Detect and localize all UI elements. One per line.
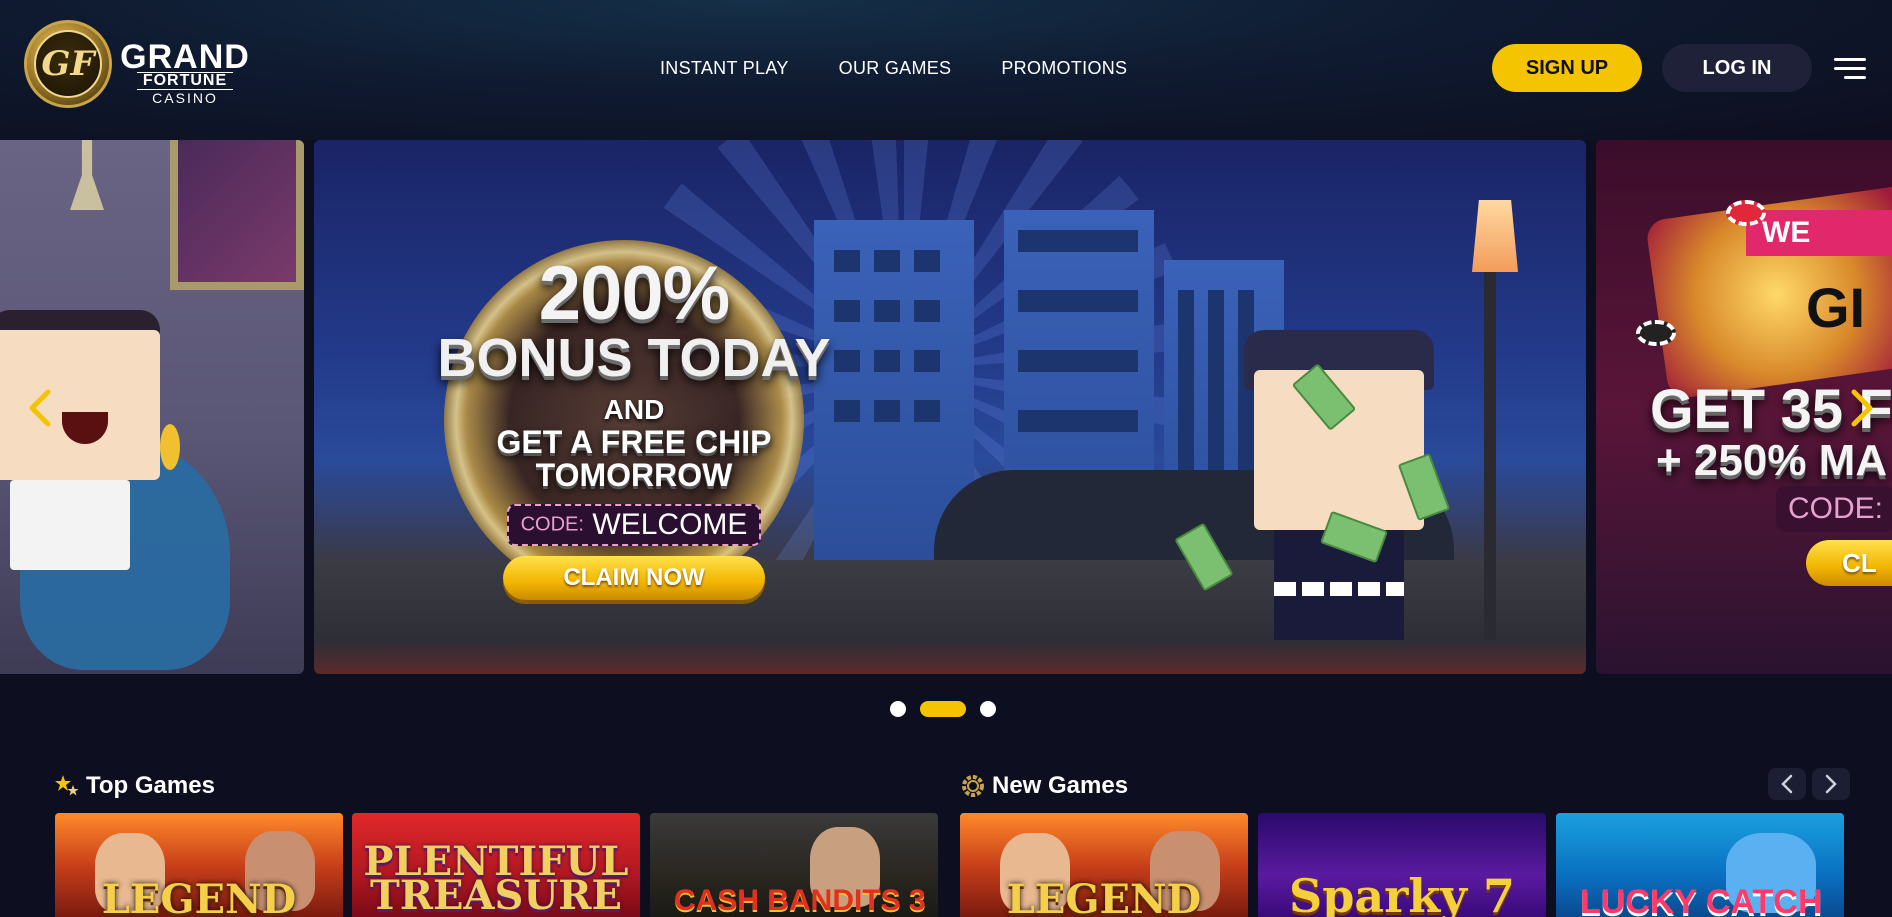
next-slide-subline: + 250% MA (1656, 436, 1888, 485)
next-slide-banner: WE (1746, 210, 1892, 256)
hamburger-menu-icon[interactable] (1834, 58, 1866, 80)
main-nav: INSTANT PLAY OUR GAMES PROMOTIONS (660, 58, 1127, 79)
promo-code-label: CODE: (520, 513, 584, 536)
promo-line-tomorrow: TOMORROW (535, 457, 733, 493)
top-games-heading: Top Games (54, 772, 215, 800)
nav-instant-play[interactable]: INSTANT PLAY (660, 58, 789, 79)
next-slide-code-label: CODE: (1776, 486, 1892, 532)
promo-and: AND (603, 394, 665, 425)
new-games-title: New Games (992, 772, 1129, 799)
carousel-slide-active[interactable]: 200% BONUS TODAY AND GET A FREE CHIP TOM… (314, 140, 1586, 674)
new-games-next-button[interactable] (1812, 768, 1850, 800)
game-title: CASH BANDITS 3 (674, 884, 926, 917)
carousel-dot-1[interactable] (890, 701, 906, 717)
promo-code-box: CODE: WELCOME (506, 504, 762, 546)
game-tile[interactable]: LUCKY CATCH (1556, 813, 1844, 917)
stars-icon (55, 775, 79, 796)
log-in-button[interactable]: LOG IN (1662, 44, 1812, 92)
nav-promotions[interactable]: PROMOTIONS (1001, 58, 1127, 79)
poker-chip-icon (1636, 320, 1676, 346)
game-tile[interactable]: CASH BANDITS 3 (650, 813, 938, 917)
logo-text-fortune: FORTUNE (136, 72, 234, 90)
next-slide-cta[interactable]: CL (1806, 540, 1892, 586)
game-tile[interactable]: PLENTIFUL TREASURE (352, 813, 640, 917)
promo-headline: BONUS TODAY (437, 328, 831, 388)
game-title: Sparky 7 (1288, 869, 1516, 917)
nav-our-games[interactable]: OUR GAMES (839, 58, 952, 79)
sign-up-button[interactable]: SIGN UP (1492, 44, 1642, 92)
new-games-nav (1768, 768, 1850, 800)
logo-text-grand: GRAND (120, 38, 250, 76)
new-games-prev-button[interactable] (1768, 768, 1806, 800)
gear-badge-icon (962, 775, 984, 797)
carousel-next-arrow[interactable] (1848, 388, 1878, 428)
promo-percentage: 200% (538, 251, 730, 336)
top-games-title: Top Games (86, 772, 215, 799)
game-title: LEGEND (101, 876, 297, 917)
chevron-left-icon (1781, 774, 1793, 794)
game-title: LUCKY CATCH (1580, 883, 1823, 917)
claim-now-button[interactable]: CLAIM NOW (503, 556, 765, 600)
logo-monogram: GF (34, 30, 102, 98)
coin-icon (160, 424, 180, 470)
promo-code-value: WELCOME (592, 508, 748, 541)
chevron-right-icon (1851, 389, 1873, 427)
lamp-illustration (70, 140, 104, 210)
logo-text-casino: CASINO (152, 90, 218, 106)
character-belt (1274, 582, 1404, 596)
game-tile[interactable]: LEGEND (55, 813, 343, 917)
chevron-left-icon (29, 389, 51, 427)
carousel-prev-arrow[interactable] (24, 388, 54, 428)
carousel-pagination (890, 701, 996, 717)
game-title: LEGEND (1006, 876, 1202, 917)
logo-badge: GF (24, 20, 112, 108)
promo-line-chip: GET A FREE CHIP (496, 424, 772, 460)
streetlamp-light (1472, 200, 1518, 272)
game-tile[interactable]: LEGEND (960, 813, 1248, 917)
chevron-right-icon (1825, 774, 1837, 794)
site-header: GF GRAND FORTUNE CASINO INSTANT PLAY OUR… (0, 0, 1892, 140)
next-slide-logo-text: GI (1806, 276, 1866, 339)
new-games-heading: New Games (960, 772, 1128, 800)
carousel-dot-2-active[interactable] (920, 701, 966, 717)
carousel-dot-3[interactable] (980, 701, 996, 717)
promo-content: 200% BONUS TODAY AND GET A FREE CHIP TOM… (394, 251, 874, 600)
logo[interactable]: GF GRAND FORTUNE CASINO (24, 20, 254, 112)
game-title: PLENTIFUL TREASURE (363, 838, 629, 917)
poker-chip-icon (1726, 200, 1766, 226)
character-body (10, 480, 130, 570)
game-tile[interactable]: Sparky 7 (1258, 813, 1546, 917)
window-illustration (170, 140, 304, 290)
logo-wordmark: GRAND FORTUNE CASINO (120, 38, 250, 106)
